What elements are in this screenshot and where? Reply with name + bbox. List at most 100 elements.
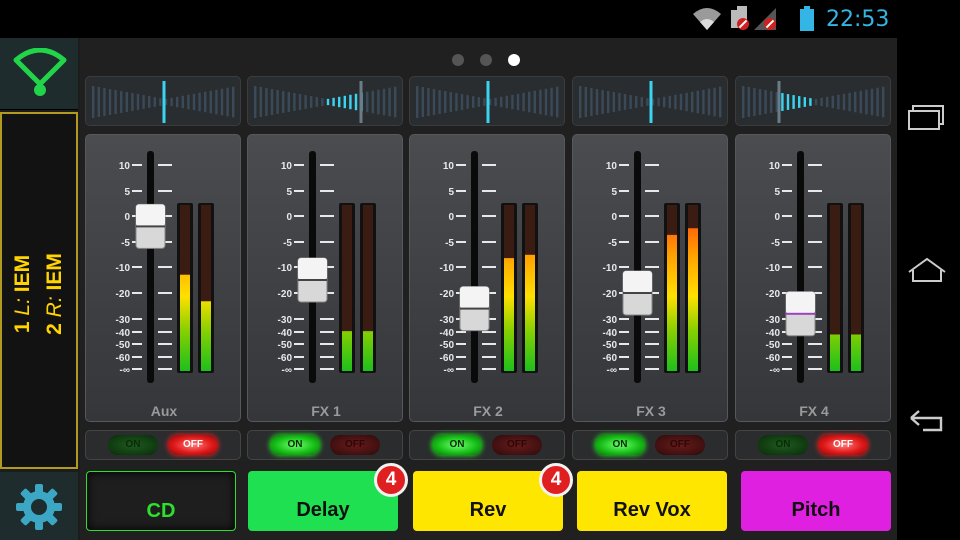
pan-bar <box>607 91 610 113</box>
scale-tick <box>132 190 142 192</box>
scale-tick <box>645 343 659 345</box>
pan-bar <box>120 91 123 113</box>
fader-graphic: 10 5 0 -5 -10 -20 -30 -40-50 -60-∞ <box>603 151 701 383</box>
pan-center-marker <box>162 81 166 123</box>
wifi-status-button[interactable] <box>0 38 78 110</box>
fader-graphic: 10 5 0 -5 -10 -20 -30 -40-50 -60-∞ <box>440 151 538 383</box>
pan-bar <box>623 94 627 110</box>
pan-bar <box>865 89 868 115</box>
scale-tick <box>619 343 629 345</box>
fx-preset-button[interactable]: CD <box>86 471 236 531</box>
on-button[interactable]: ON <box>432 435 482 455</box>
scale-tick <box>456 164 466 166</box>
fader-cap-highlight <box>460 286 489 309</box>
scale-label: -40 <box>116 328 131 339</box>
on-button[interactable]: ON <box>595 435 645 455</box>
scale-label: -30 <box>766 315 781 326</box>
scale-label: -40 <box>766 328 781 339</box>
meter-level <box>851 334 861 371</box>
pan-bar <box>315 97 318 107</box>
on-button[interactable]: ON <box>108 435 158 455</box>
scale-label: 5 <box>448 187 454 198</box>
scale-tick <box>158 331 172 333</box>
pan-bar <box>674 94 677 110</box>
pan-bar <box>635 96 638 108</box>
meter-level <box>688 228 698 371</box>
pan-bar <box>544 88 548 116</box>
fx-preset-button[interactable]: Delay 4 <box>248 463 408 531</box>
fx-preset-button[interactable]: Rev Vox <box>577 471 727 531</box>
pan-bar <box>876 87 879 117</box>
pan-bar <box>601 90 604 114</box>
pan-bar <box>108 89 112 115</box>
pan-bar <box>455 93 458 111</box>
on-button[interactable]: ON <box>758 435 808 455</box>
mixer-app: 1 L: IEM 2 R: IEM 10 5 0 -5 -10 -20 -30 … <box>0 38 897 540</box>
meter-level <box>201 301 211 371</box>
scale-tick <box>808 368 822 370</box>
pan-bar <box>505 95 508 109</box>
fx-preset-button[interactable]: Pitch <box>741 471 891 531</box>
on-off-switch[interactable]: ON OFF <box>572 430 728 460</box>
meter-level <box>180 274 190 371</box>
home-icon[interactable] <box>907 256 947 289</box>
scale-tick <box>456 356 466 358</box>
scale-tick <box>645 356 659 358</box>
off-button[interactable]: OFF <box>818 435 868 455</box>
pan-bar <box>500 96 503 108</box>
page-dot[interactable] <box>480 54 492 66</box>
fader-cap-highlight <box>298 258 327 280</box>
scale-label: -10 <box>766 263 781 274</box>
scale-tick <box>782 215 792 217</box>
on-off-switch[interactable]: ON OFF <box>735 430 891 460</box>
pan-bar <box>125 92 128 112</box>
scale-tick <box>320 318 334 320</box>
pan-control[interactable] <box>409 76 565 126</box>
count-badge: 4 <box>374 463 408 497</box>
pan-control[interactable] <box>572 76 728 126</box>
pan-bar <box>377 89 380 115</box>
pan-bar <box>97 87 100 117</box>
back-icon[interactable] <box>907 406 947 439</box>
scale-tick <box>782 356 792 358</box>
pan-bar <box>533 90 536 114</box>
fader-strip: 10 5 0 -5 -10 -20 -30 -40 -50 -60 -∞ Aux <box>85 134 241 422</box>
settings-button[interactable] <box>0 472 78 540</box>
on-off-switch[interactable]: ON OFF <box>409 430 565 460</box>
page-dot[interactable] <box>508 54 520 66</box>
scale-label: -50 <box>278 340 293 351</box>
scale-tick <box>320 356 334 358</box>
scale-tick <box>456 215 466 217</box>
pan-bar <box>798 96 801 108</box>
scale-tick <box>482 368 496 370</box>
pan-bar <box>438 90 441 114</box>
off-button[interactable]: OFF <box>168 435 218 455</box>
pan-control[interactable] <box>735 76 891 126</box>
off-button[interactable]: OFF <box>330 435 380 455</box>
pan-bar <box>298 94 302 110</box>
off-button[interactable]: OFF <box>492 435 542 455</box>
mix-assignment-panel[interactable]: 1 L: IEM 2 R: IEM <box>0 112 78 469</box>
scale-tick <box>482 241 496 243</box>
scale-tick <box>132 356 142 358</box>
pan-bar <box>310 96 313 108</box>
on-off-switch[interactable]: ON OFF <box>85 430 241 460</box>
fx-preset-button[interactable]: Rev 4 <box>413 463 573 531</box>
mix-side-label: R: <box>43 296 66 318</box>
count-badge: 4 <box>539 463 573 497</box>
scale-tick <box>294 356 304 358</box>
off-button[interactable]: OFF <box>655 435 705 455</box>
pan-bar <box>444 91 447 113</box>
pan-bar <box>820 97 823 107</box>
scale-tick <box>456 266 466 268</box>
on-button[interactable]: ON <box>270 435 320 455</box>
scale-tick <box>158 368 172 370</box>
on-off-switch[interactable]: ON OFF <box>247 430 403 460</box>
recent-apps-icon[interactable] <box>907 104 947 137</box>
scale-tick <box>808 266 822 268</box>
scale-tick <box>294 190 304 192</box>
pan-control[interactable] <box>85 76 241 126</box>
pan-control[interactable] <box>247 76 403 126</box>
page-dot[interactable] <box>452 54 464 66</box>
pan-bar <box>770 91 773 113</box>
